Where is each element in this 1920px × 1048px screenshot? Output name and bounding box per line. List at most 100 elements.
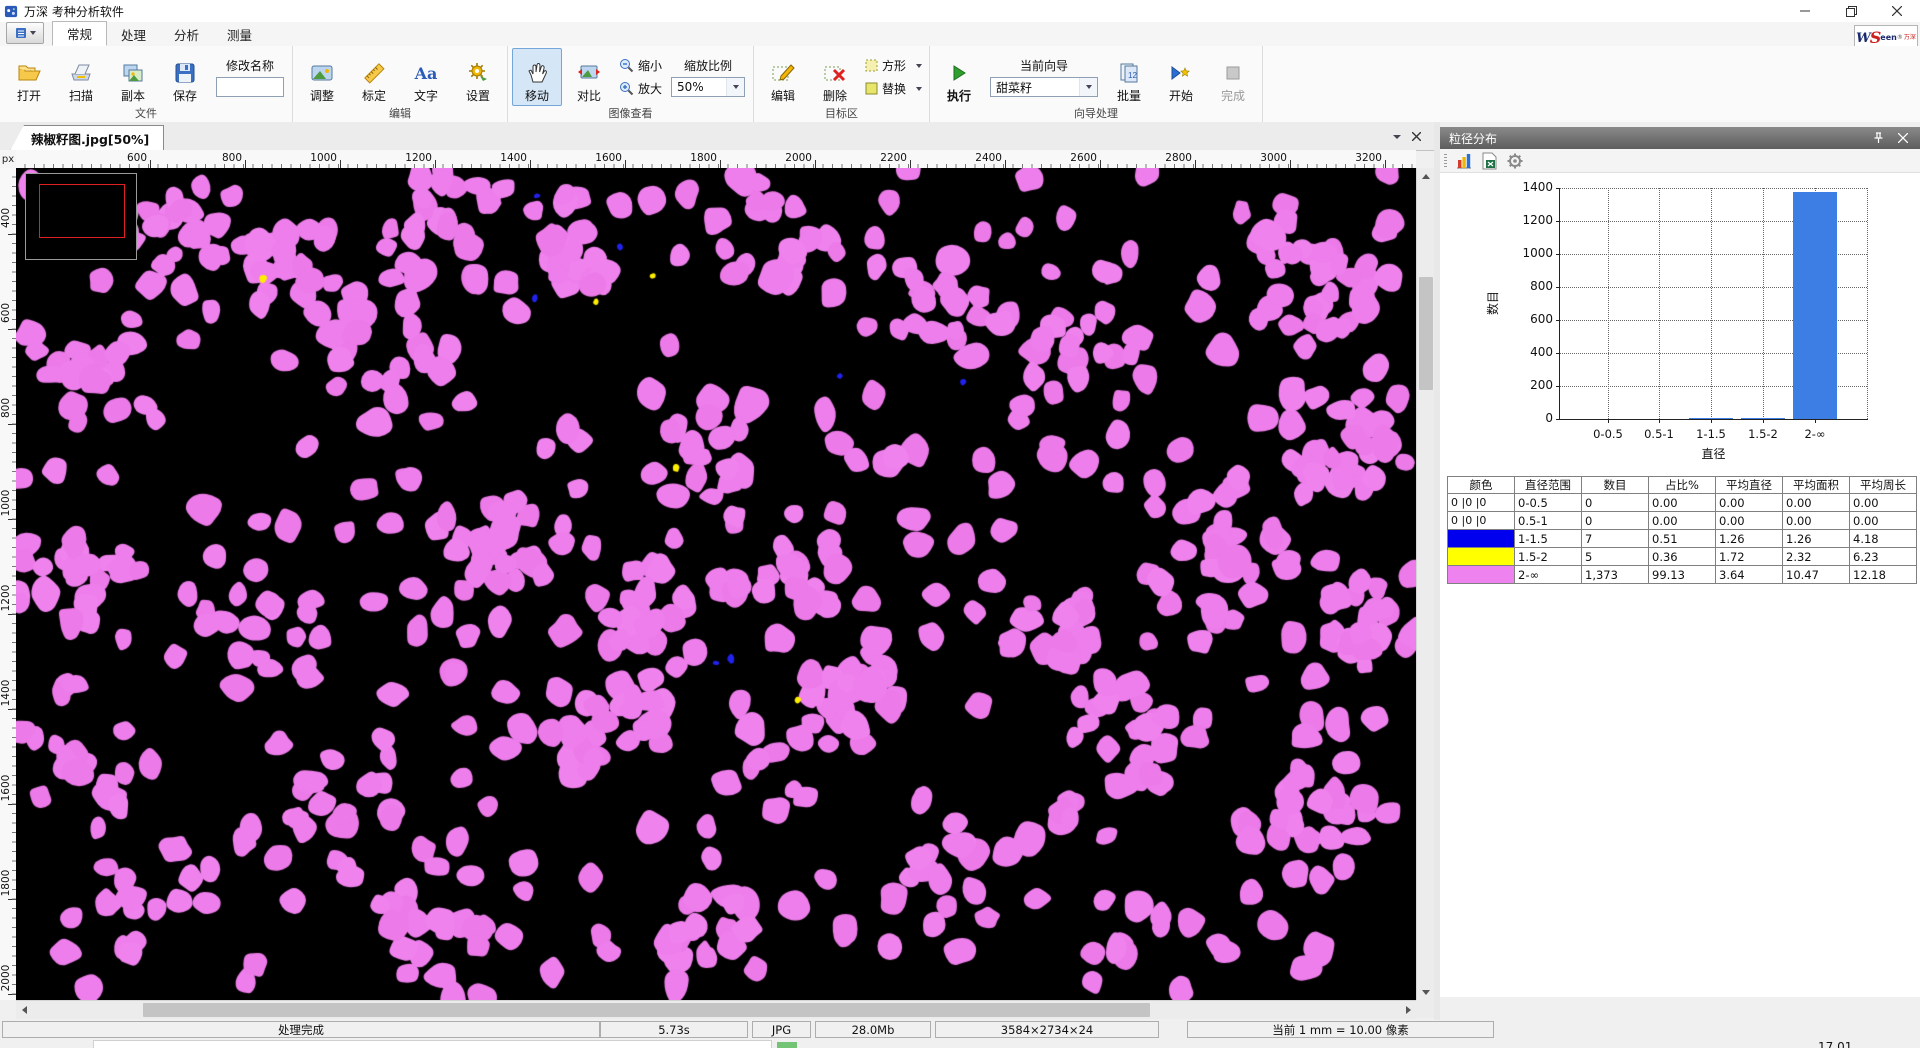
scroll-down-button[interactable] (1417, 984, 1435, 1000)
wizard-value: 甜菜籽 (996, 79, 1032, 96)
table-header-cell[interactable]: 占比% (1649, 477, 1716, 494)
replace-label: 替换 (882, 80, 906, 97)
h-ruler-tick (1385, 160, 1386, 168)
adjust-button[interactable]: 调整 (297, 48, 347, 106)
minimize-button[interactable] (1782, 0, 1828, 22)
copy-button[interactable]: 副本 (108, 48, 158, 106)
chart-type-button[interactable] (1455, 152, 1473, 170)
scroll-right-button[interactable] (1400, 1001, 1416, 1019)
rename-input[interactable] (216, 77, 284, 97)
export-excel-button[interactable] (1481, 152, 1498, 170)
table-cell: 5 (1582, 548, 1649, 566)
table-row[interactable]: 1-1.570.511.261.264.18 (1448, 530, 1917, 548)
zoom-out-label: 缩小 (638, 57, 662, 74)
table-header-cell[interactable]: 平均周长 (1850, 477, 1917, 494)
tab-fenxi[interactable]: 分析 (160, 23, 213, 46)
ribbon-group-target: 编辑 删除 方形 替换 (754, 46, 930, 122)
batch-label: 批量 (1117, 87, 1141, 104)
seed-image-canvas[interactable] (16, 168, 1416, 1000)
edit-target-button[interactable]: 编辑 (758, 48, 808, 106)
move-button[interactable]: 移动 (512, 48, 562, 106)
h-ruler-label: 3000 (1232, 152, 1287, 164)
contrast-button[interactable]: 对比 (564, 48, 614, 106)
table-header-cell[interactable]: 颜色 (1448, 477, 1515, 494)
color-swatch-cell (1448, 548, 1515, 566)
color-swatch-cell: 0 |0 |0 (1448, 512, 1515, 530)
replace-dropdown-icon[interactable] (916, 87, 922, 91)
chart-settings-button[interactable] (1506, 152, 1524, 170)
chart-gridline-v (1763, 188, 1764, 419)
start-button[interactable]: 开始 (1156, 48, 1206, 106)
replace-button[interactable]: 替换 (862, 79, 925, 99)
tab-list-dropdown-button[interactable] (1388, 128, 1405, 145)
zoom-in-icon (619, 81, 634, 96)
table-cell: 0.51 (1649, 530, 1716, 548)
overview-navigator[interactable] (25, 173, 137, 260)
text-button[interactable]: Aa 文字 (401, 48, 451, 106)
tab-celiang[interactable]: 测量 (213, 23, 266, 46)
document-tab[interactable]: 辣椒籽图.jpg[50%] (10, 125, 164, 151)
open-button[interactable]: 打开 (4, 48, 54, 106)
particle-distribution-panel: 粒径分布 02004006008001000120014000-0.50.5-1… (1440, 122, 1920, 1048)
h-ruler-tick (435, 160, 436, 168)
table-header-cell[interactable]: 平均直径 (1716, 477, 1783, 494)
close-button[interactable] (1874, 0, 1920, 22)
settings-button[interactable]: 设置 (453, 48, 503, 106)
scroll-up-button[interactable] (1417, 168, 1435, 184)
chart-xtick-mark (1711, 419, 1712, 423)
calibrate-button[interactable]: 标定 (349, 48, 399, 106)
h-ruler-label: 800 (187, 152, 242, 164)
v-ruler-label: 1800 (0, 863, 12, 903)
delete-target-button[interactable]: 删除 (810, 48, 860, 106)
app-menu-button[interactable] (6, 22, 44, 44)
table-cell: 10.47 (1783, 566, 1850, 584)
scroll-left-button[interactable] (16, 1001, 32, 1019)
vertical-ruler: 400600800100012001400160018002000 (0, 168, 17, 1000)
execute-label: 执行 (947, 87, 971, 104)
table-row[interactable]: 2-∞1,37399.133.6410.4712.18 (1448, 566, 1917, 584)
tab-changgui[interactable]: 常规 (52, 21, 107, 46)
h-ruler-label: 2800 (1137, 152, 1192, 164)
zoom-ratio-combo[interactable]: 50% (671, 77, 745, 97)
table-cell: 0.00 (1850, 512, 1917, 530)
table-header-cell[interactable]: 直径范围 (1515, 477, 1582, 494)
horizontal-scrollbar[interactable] (16, 1000, 1416, 1019)
navigator-viewport-rect[interactable] (39, 184, 125, 238)
tab-chuli[interactable]: 处理 (107, 23, 160, 46)
square-select-button[interactable]: 方形 (862, 56, 925, 76)
panel-title: 粒径分布 (1449, 130, 1497, 147)
v-ruler-label: 400 (0, 198, 12, 238)
logo-een: een (1880, 34, 1897, 42)
h-ruler-label: 1800 (662, 152, 717, 164)
h-ruler-tick (625, 160, 626, 168)
clipped-green-indicator (777, 1042, 797, 1048)
table-cell: 6.23 (1850, 548, 1917, 566)
wizard-label: 当前向导 (1020, 57, 1068, 74)
ribbon-group-view: 移动 对比 缩小 放大 (508, 46, 754, 122)
table-header-cell[interactable]: 平均面积 (1783, 477, 1850, 494)
table-header-cell[interactable]: 数目 (1582, 477, 1649, 494)
logo-reg: ® (1897, 35, 1903, 41)
wizard-combo[interactable]: 甜菜籽 (990, 77, 1098, 97)
close-document-button[interactable] (1408, 128, 1425, 145)
horizontal-scroll-thumb[interactable] (143, 1003, 1150, 1017)
pin-icon[interactable] (1873, 132, 1884, 144)
scan-button[interactable]: 扫描 (56, 48, 106, 106)
color-swatch-cell (1448, 530, 1515, 548)
zoom-out-button[interactable]: 缩小 (616, 56, 665, 76)
table-row[interactable]: 0 |0 |00.5-100.000.000.000.00 (1448, 512, 1917, 530)
table-row[interactable]: 0 |0 |00-0.500.000.000.000.00 (1448, 494, 1917, 512)
panel-close-icon[interactable] (1898, 133, 1908, 143)
square-dropdown-icon[interactable] (916, 64, 922, 68)
chart-ytick-label: 1400 (1503, 180, 1553, 194)
vertical-scroll-thumb[interactable] (1419, 277, 1433, 390)
vertical-scrollbar[interactable] (1416, 168, 1435, 1000)
table-row[interactable]: 1.5-250.361.722.326.23 (1448, 548, 1917, 566)
zoom-out-icon (619, 58, 634, 73)
restore-button[interactable] (1828, 0, 1874, 22)
start-play-icon (1171, 59, 1191, 87)
execute-button[interactable]: 执行 (934, 48, 984, 106)
save-button[interactable]: 保存 (160, 48, 210, 106)
zoom-in-button[interactable]: 放大 (616, 79, 665, 99)
batch-button[interactable]: 12 批量 (1104, 48, 1154, 106)
